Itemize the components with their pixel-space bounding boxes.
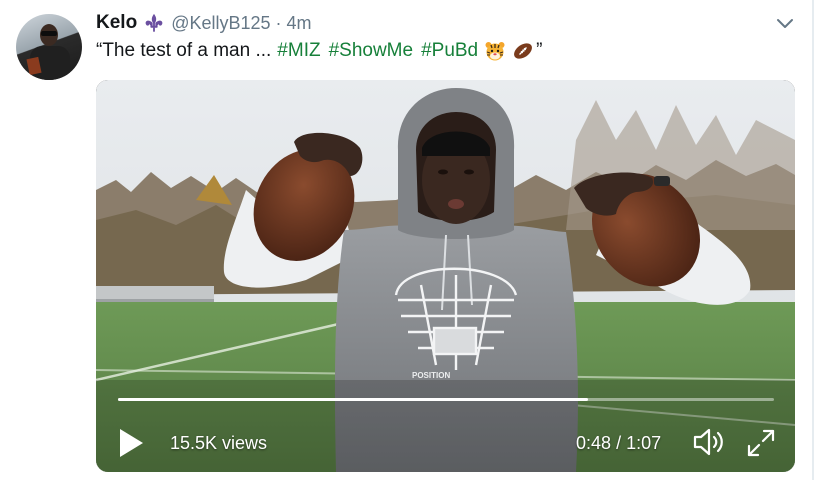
fleur-de-lis-icon bbox=[145, 13, 163, 33]
timestamp[interactable]: 4m bbox=[287, 13, 312, 34]
tweet-text: “The test of a man ... #MIZ #ShowMe #PuB… bbox=[96, 38, 542, 64]
hashtag-link[interactable]: #PuBd bbox=[421, 40, 478, 62]
volume-icon[interactable] bbox=[692, 426, 726, 458]
elapsed-time: 0:48 bbox=[576, 433, 612, 453]
progress-bar[interactable] bbox=[118, 398, 774, 401]
tiger-face-emoji bbox=[485, 42, 505, 61]
american-football-emoji bbox=[514, 43, 533, 59]
author-handle[interactable]: @KellyB125 bbox=[171, 13, 270, 34]
video-frame: POSITION bbox=[96, 80, 795, 472]
tweet-header: Kelo @KellyB125 · 4m bbox=[96, 11, 312, 35]
expand-icon[interactable] bbox=[746, 428, 776, 458]
video-player[interactable]: POSITION 15.5K views 0:48 / 1:07 bbox=[96, 80, 795, 472]
tweet-text-close: ” bbox=[536, 40, 543, 61]
hoodie-print-text: POSITION bbox=[412, 371, 450, 380]
play-icon[interactable] bbox=[118, 428, 144, 458]
separator-dot: · bbox=[275, 12, 282, 33]
time-separator: / bbox=[616, 433, 622, 453]
avatar[interactable] bbox=[16, 14, 82, 80]
tweet-text-open: “The test of a man ... bbox=[96, 40, 272, 61]
hashtag-link[interactable]: #MIZ bbox=[277, 40, 320, 62]
author-name[interactable]: Kelo bbox=[96, 12, 137, 34]
chevron-down-icon[interactable] bbox=[776, 16, 794, 30]
video-timecode: 0:48 / 1:07 bbox=[576, 430, 661, 456]
video-duration: 1:07 bbox=[626, 433, 662, 453]
progress-fill bbox=[118, 398, 588, 401]
view-count: 15.5K views bbox=[170, 433, 268, 453]
hashtag-link[interactable]: #ShowMe bbox=[329, 40, 414, 62]
